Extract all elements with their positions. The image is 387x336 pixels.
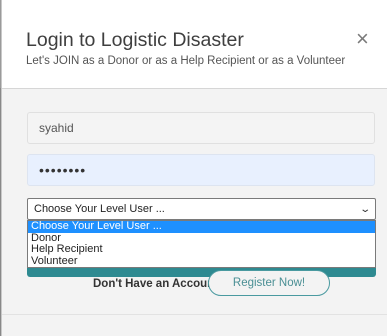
password-field[interactable]: •••••••• (27, 154, 375, 186)
modal-header: Login to Logistic Disaster Let's JOIN as… (2, 0, 387, 89)
username-field[interactable]: syahid (27, 112, 375, 144)
close-icon[interactable]: × (356, 28, 369, 50)
chevron-down-icon: ⌄ (358, 203, 371, 215)
no-account-prompt: Don't Have an Account? (93, 278, 226, 290)
level-user-options: Choose Your Level User ... Donor Help Re… (27, 220, 376, 268)
modal-left-edge (0, 88, 1, 336)
level-option-volunteer[interactable]: Volunteer (28, 255, 375, 268)
login-modal: Login to Logistic Disaster Let's JOIN as… (1, 0, 387, 336)
level-user-select-value: Choose Your Level User ... (34, 203, 165, 215)
level-user-select[interactable]: Choose Your Level User ... ⌄ (27, 198, 376, 220)
level-option-help-recipient[interactable]: Help Recipient (28, 243, 375, 256)
footer-divider (2, 314, 387, 315)
modal-title: Login to Logistic Disaster (26, 29, 244, 51)
register-button[interactable]: Register Now! (208, 270, 330, 296)
modal-subtitle: Let's JOIN as a Donor or as a Help Recip… (26, 55, 346, 67)
level-option-choose[interactable]: Choose Your Level User ... (28, 220, 375, 233)
